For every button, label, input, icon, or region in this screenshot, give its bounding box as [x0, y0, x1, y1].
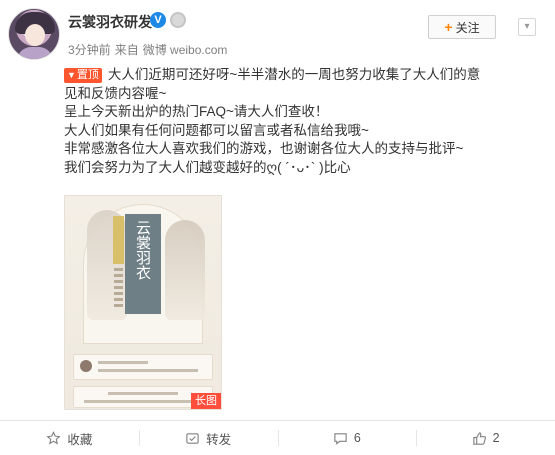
post-meta: 3分钟前 来自 微博 weibo.com	[68, 41, 231, 58]
comment-count: 6	[353, 431, 361, 445]
plus-icon: +	[444, 19, 453, 35]
post-line-4: 非常感激各位大人喜欢我们的游戏，也谢谢各位大人的支持与批评~	[64, 141, 464, 156]
avatar-robe	[17, 47, 53, 59]
image-faq-line	[98, 361, 148, 364]
post-line-1-text: 大人们近期可还好呀~半半潜水的一周也努力收集了大人们的意见和反馈内容喔~	[64, 67, 481, 101]
post-line-1: ▼ 置顶 大人们近期可还好呀~半半潜水的一周也努力收集了大人们的意见和反馈内容喔~	[64, 66, 484, 103]
game-title-text: 云裳羽衣	[134, 220, 152, 280]
post-image[interactable]: 云裳羽衣 长图	[64, 195, 222, 410]
author-name[interactable]: 云裳羽衣研发	[68, 12, 152, 32]
action-bar: 收藏 转发 6 2	[0, 421, 555, 455]
image-faq-line	[84, 400, 202, 403]
image-figure-right	[165, 220, 205, 320]
avatar-face	[25, 24, 45, 46]
source-app[interactable]: 微博 weibo.com	[143, 43, 228, 57]
image-tag	[113, 216, 124, 264]
post-line-3: 大人们如果有任何问题都可以留言或者私信给我哦~	[64, 122, 369, 138]
post-text: ▼ 置顶 大人们近期可还好呀~半半潜水的一周也努力收集了大人们的意见和反馈内容喔~ …	[64, 66, 484, 177]
image-faq-line	[108, 392, 178, 395]
repost-button[interactable]: 转发	[138, 421, 278, 455]
image-game-title: 云裳羽衣	[125, 214, 161, 314]
comment-button[interactable]: 6	[277, 421, 417, 455]
image-faq-avatar	[80, 360, 92, 372]
image-faq-card	[73, 354, 213, 380]
like-icon	[472, 431, 486, 445]
image-date-strip	[114, 268, 123, 308]
comment-icon	[334, 432, 347, 445]
favorite-button[interactable]: 收藏	[0, 421, 139, 455]
post-line-5: 我们会努力为了大人们越变越好的ღ( ´･ᴗ･` )比心	[64, 159, 351, 175]
verified-badge-icon: V	[150, 12, 166, 28]
repost-icon	[186, 432, 199, 444]
follow-label: 关注	[455, 20, 480, 35]
source-prefix: 来自	[114, 43, 139, 57]
long-image-badge: 长图	[191, 393, 221, 409]
pinned-label: 置顶	[76, 69, 99, 81]
post-line-2: 呈上今天新出炉的热门FAQ~请大人们查收！	[64, 104, 329, 119]
pin-icon: ▼	[67, 70, 76, 80]
pinned-badge: ▼ 置顶	[64, 67, 102, 83]
more-options-button[interactable]: ▾	[518, 18, 536, 36]
follow-button[interactable]: + 关注	[428, 15, 496, 39]
repost-label: 转发	[206, 432, 232, 447]
image-faq-line	[98, 369, 198, 372]
favorite-label: 收藏	[67, 432, 93, 447]
like-count: 2	[492, 431, 500, 445]
chevron-down-icon: ▾	[524, 21, 530, 32]
star-icon	[46, 430, 61, 444]
like-button[interactable]: 2	[416, 421, 555, 455]
member-badge-icon	[170, 12, 186, 28]
post-time[interactable]: 3分钟前	[68, 43, 111, 57]
avatar[interactable]	[8, 8, 60, 60]
